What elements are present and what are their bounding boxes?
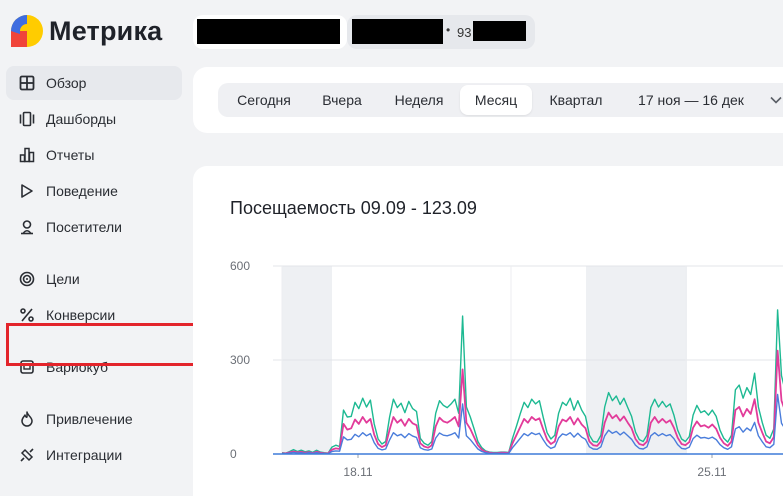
app-logo[interactable]: Метрика (10, 14, 162, 48)
sidebar-item-overview[interactable]: Обзор (6, 66, 182, 100)
percent-icon (18, 306, 36, 324)
tab-week[interactable]: Неделя (380, 85, 458, 115)
tab-today[interactable]: Сегодня (224, 85, 304, 115)
counter-id-selector[interactable]: • 93 (347, 15, 535, 49)
sidebar-item-label: Дашборды (46, 111, 116, 127)
target-icon (18, 270, 36, 288)
sidebar-item-label: Отчеты (46, 147, 95, 163)
sidebar-item-label: Привлечение (46, 411, 133, 427)
sidebar-item-visitors[interactable]: Посетители (6, 210, 182, 244)
metrika-logo-icon (10, 14, 44, 48)
sidebar-item-goals[interactable]: Цели (6, 262, 182, 296)
sidebar-item-acquisition[interactable]: Привлечение (6, 402, 182, 436)
integrations-icon (18, 446, 36, 464)
chevron-down-icon[interactable] (769, 93, 783, 107)
traffic-line-chart: 600 300 0 18.11 25.11 (230, 259, 783, 479)
x-tick-label: 18.11 (343, 465, 372, 479)
bar-chart-icon (18, 146, 36, 164)
play-icon (18, 182, 36, 200)
period-tabs: Сегодня Вчера Неделя Месяц Квартал 17 но… (218, 83, 783, 117)
sidebar-item-integrations[interactable]: Интеграции (6, 438, 182, 472)
sidebar-item-label: Поведение (46, 183, 118, 199)
sidebar-item-label: Посетители (46, 219, 122, 235)
goals-highlight-annotation (6, 323, 212, 366)
date-range-picker[interactable]: 17 ноя — 16 дек (626, 85, 756, 115)
series-line-blue (282, 393, 783, 455)
dashboards-icon (18, 110, 36, 128)
counter-selector[interactable] (193, 15, 347, 49)
sidebar-item-label: Цели (46, 271, 80, 287)
grid-icon (18, 74, 36, 92)
y-tick-label: 300 (230, 353, 250, 367)
redacted-site-name (197, 19, 340, 44)
flame-icon (18, 410, 36, 428)
y-tick-label: 0 (230, 447, 237, 461)
period-filter-panel: Сегодня Вчера Неделя Месяц Квартал 17 но… (193, 67, 783, 133)
sidebar-item-label: Обзор (46, 75, 87, 91)
sidebar-item-label: Конверсии (46, 307, 116, 323)
redacted-site-url (352, 19, 443, 44)
sidebar-item-dashboards[interactable]: Дашборды (6, 102, 182, 136)
counter-id-prefix: 93 (457, 25, 472, 40)
app-title: Метрика (49, 15, 163, 46)
tab-month[interactable]: Месяц (460, 85, 532, 115)
tab-yesterday[interactable]: Вчера (308, 85, 376, 115)
tab-quarter[interactable]: Квартал (536, 85, 616, 115)
series-line-teal (281, 309, 783, 454)
sidebar-item-reports[interactable]: Отчеты (6, 138, 182, 172)
sidebar-item-behavior[interactable]: Поведение (6, 174, 182, 208)
y-tick-label: 600 (230, 259, 250, 273)
person-icon (18, 218, 36, 236)
separator-dot: • (446, 23, 451, 37)
redacted-counter-id (473, 21, 526, 41)
traffic-chart-card: Посещаемость 09.09 - 123.09 600 300 0 18.11… (193, 166, 783, 496)
x-tick-label: 25.11 (697, 465, 726, 479)
sidebar-item-label: Интеграции (46, 447, 123, 463)
